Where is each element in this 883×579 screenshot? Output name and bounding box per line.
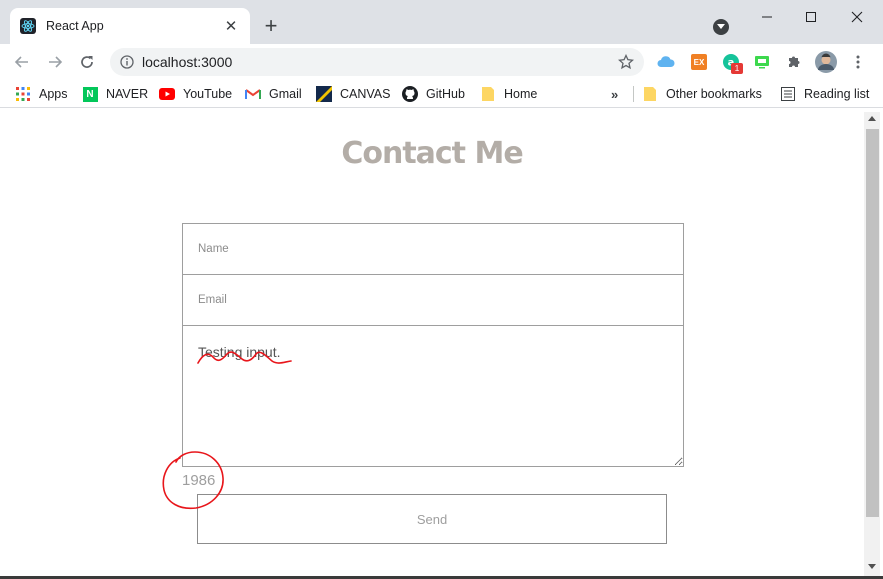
folder-icon bbox=[642, 86, 658, 102]
bookmark-label: GitHub bbox=[426, 87, 465, 101]
react-icon bbox=[20, 18, 36, 34]
bookmark-naver[interactable]: N NAVER bbox=[82, 86, 148, 102]
apps-grid-icon bbox=[15, 86, 31, 102]
send-button[interactable]: Send bbox=[197, 494, 667, 544]
bookmark-label: YouTube bbox=[183, 87, 233, 101]
bookmark-label: Gmail bbox=[269, 87, 302, 101]
tab-search-icon[interactable] bbox=[713, 19, 729, 35]
bookmark-youtube[interactable]: YouTube bbox=[159, 86, 232, 102]
browser-toolbar: localhost:3000 EX a 1 bbox=[0, 44, 883, 80]
message-field[interactable]: Testing input. bbox=[182, 325, 684, 467]
reading-list[interactable]: Reading list bbox=[780, 86, 869, 102]
bookmark-other[interactable]: Other bookmarks bbox=[642, 86, 762, 102]
minimize-icon[interactable] bbox=[744, 6, 790, 28]
cloud-extension-icon[interactable] bbox=[657, 53, 675, 71]
tab-react-app[interactable]: React App ✕ bbox=[10, 8, 250, 44]
back-arrow-icon[interactable] bbox=[10, 50, 34, 74]
close-tab-icon[interactable]: ✕ bbox=[222, 17, 240, 35]
folder-icon bbox=[480, 86, 496, 102]
screen-extension-icon[interactable] bbox=[753, 53, 771, 71]
reading-list-icon bbox=[780, 86, 796, 102]
close-window-icon[interactable] bbox=[834, 6, 880, 28]
canvas-icon bbox=[316, 86, 332, 102]
tab-strip: React App ✕ + bbox=[0, 0, 883, 44]
bookmark-apps[interactable]: Apps bbox=[15, 86, 68, 102]
vertical-scrollbar[interactable] bbox=[864, 112, 880, 576]
bookmark-gmail[interactable]: Gmail bbox=[245, 86, 302, 102]
url-text: localhost:3000 bbox=[142, 54, 233, 70]
site-info-icon[interactable] bbox=[120, 55, 134, 69]
bookmark-github[interactable]: GitHub bbox=[402, 86, 465, 102]
more-bookmarks-chevron-icon[interactable]: » bbox=[611, 86, 618, 102]
profile-avatar[interactable] bbox=[815, 51, 837, 73]
puzzle-extensions-icon[interactable] bbox=[785, 53, 803, 71]
bookmarks-divider bbox=[633, 86, 634, 102]
address-bar[interactable]: localhost:3000 bbox=[110, 48, 644, 76]
youtube-icon bbox=[159, 86, 175, 102]
ex-extension-icon[interactable]: EX bbox=[690, 53, 708, 71]
extension-badge: 1 bbox=[731, 63, 743, 74]
bookmark-label: Reading list bbox=[804, 87, 870, 101]
bookmark-star-icon[interactable] bbox=[618, 54, 634, 70]
character-counter: 1986 bbox=[182, 472, 216, 489]
bookmarks-bar: Apps N NAVER YouTube Gmail CANVAS GitHub bbox=[0, 80, 883, 108]
naver-icon: N bbox=[82, 86, 98, 102]
bookmark-label: Other bookmarks bbox=[666, 87, 762, 101]
gmail-icon bbox=[245, 86, 261, 102]
tab-title: React App bbox=[46, 19, 104, 33]
email-field[interactable] bbox=[182, 274, 684, 326]
page-title: Contact Me bbox=[341, 136, 523, 171]
bookmark-label: CANVAS bbox=[340, 87, 391, 101]
bookmark-canvas[interactable]: CANVAS bbox=[316, 86, 390, 102]
scroll-up-arrow-icon[interactable] bbox=[864, 116, 880, 126]
bookmark-label: Home bbox=[504, 87, 538, 101]
scroll-down-arrow-icon[interactable] bbox=[864, 564, 880, 574]
github-icon bbox=[402, 86, 418, 102]
bookmark-label: NAVER bbox=[106, 87, 149, 101]
forward-arrow-icon[interactable] bbox=[43, 50, 67, 74]
reload-icon[interactable] bbox=[75, 50, 99, 74]
name-field[interactable] bbox=[182, 223, 684, 275]
grammar-extension-icon[interactable]: a 1 bbox=[722, 53, 743, 74]
bookmark-home[interactable]: Home bbox=[480, 86, 537, 102]
new-tab-icon[interactable]: + bbox=[260, 15, 282, 37]
maximize-icon[interactable] bbox=[788, 6, 834, 28]
more-menu-icon[interactable] bbox=[849, 53, 867, 71]
bookmark-label: Apps bbox=[39, 87, 68, 101]
scrollbar-thumb[interactable] bbox=[866, 129, 879, 517]
